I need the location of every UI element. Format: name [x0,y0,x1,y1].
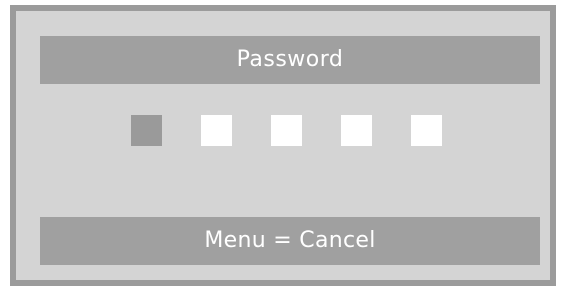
dialog-title: Password [40,36,540,84]
pin-digit-box-3[interactable] [271,115,302,146]
pin-digit-box-5[interactable] [411,115,442,146]
pin-entry-row [16,115,550,147]
pin-digit-box-4[interactable] [341,115,372,146]
cancel-hint: Menu = Cancel [40,217,540,265]
password-dialog: Password Menu = Cancel [10,5,556,286]
pin-digit-box-1[interactable] [131,115,162,146]
pin-digit-box-2[interactable] [201,115,232,146]
